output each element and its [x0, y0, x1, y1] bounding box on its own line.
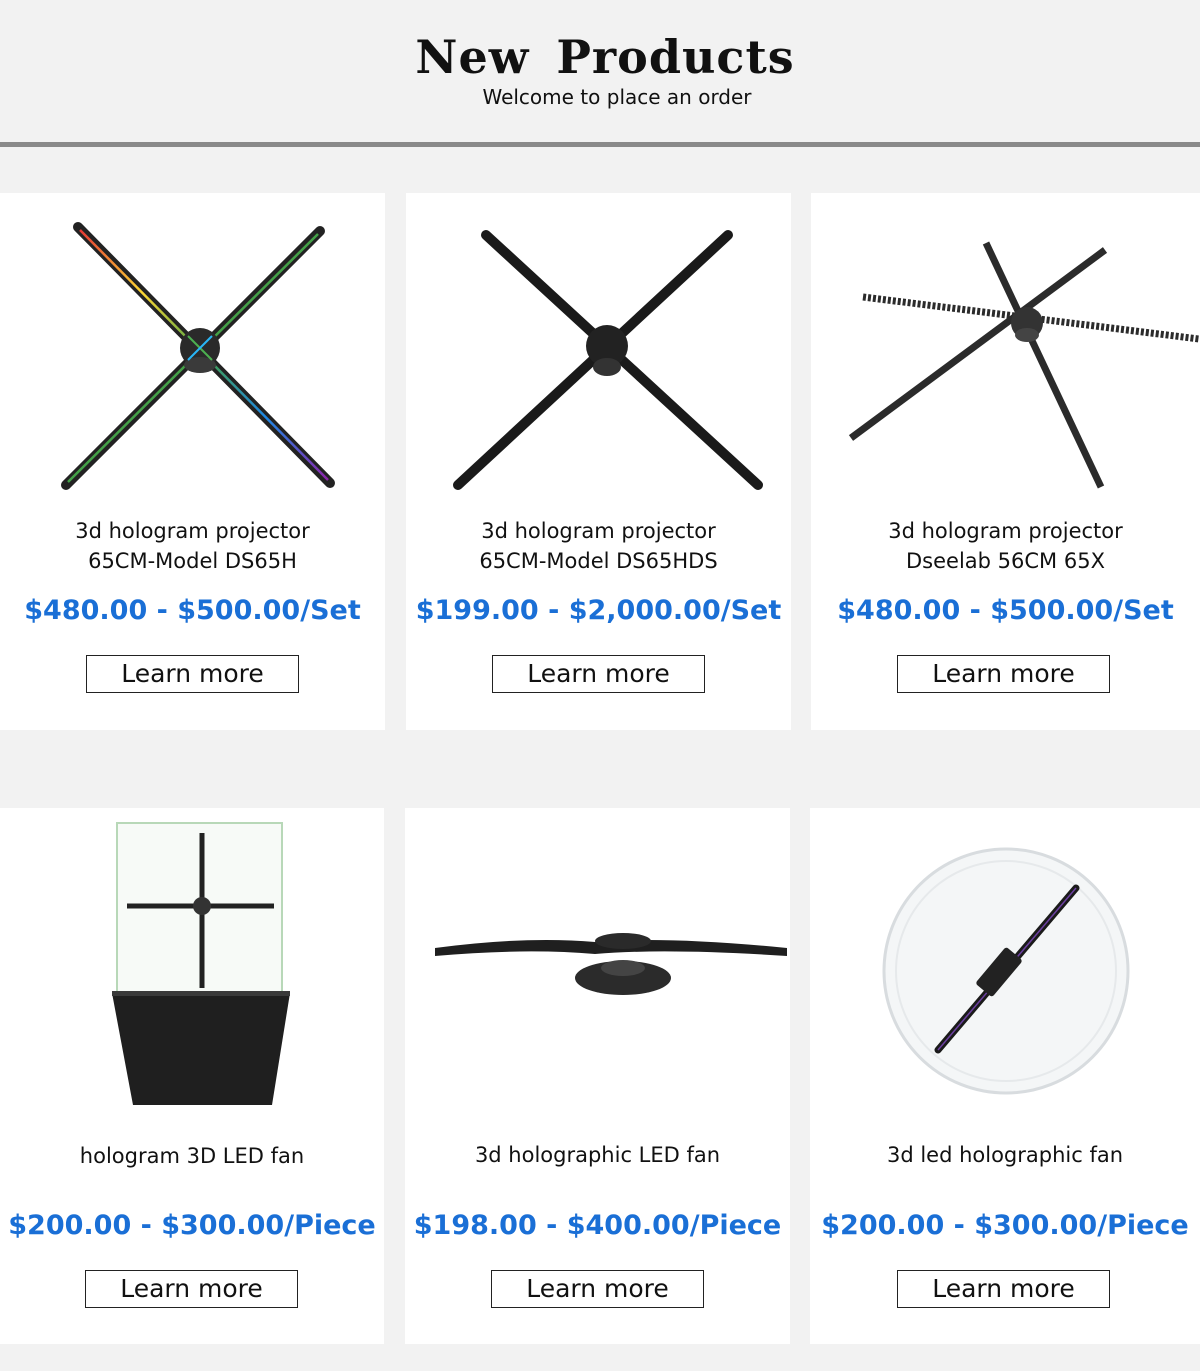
learn-more-button[interactable]: Learn more: [897, 655, 1110, 693]
product-card-3d-holographic-led-fan[interactable]: 3d holographic LED fan $198.00 - $400.00…: [405, 808, 790, 1344]
page-title: New Products: [415, 30, 795, 84]
product-name-line2: 65CM-Model DS65HDS: [479, 549, 718, 573]
learn-more-button[interactable]: Learn more: [85, 1270, 298, 1308]
product-name-line1: 3d hologram projector: [75, 519, 310, 543]
product-card-ds65h[interactable]: 3d hologram projector 65CM-Model DS65H $…: [0, 193, 385, 730]
hologram-fan-side-view-icon[interactable]: [405, 808, 790, 1128]
product-name-line1: 3d hologram projector: [481, 519, 716, 543]
learn-more-button[interactable]: Learn more: [491, 1270, 704, 1308]
product-card-3d-led-holographic-fan[interactable]: 3d led holographic fan $200.00 - $300.00…: [810, 808, 1200, 1344]
product-price: $198.00 - $400.00/Piece: [413, 1210, 782, 1241]
product-card-65x[interactable]: 3d hologram projector Dseelab 56CM 65X $…: [811, 193, 1200, 730]
hologram-fan-6-blade-icon[interactable]: [811, 193, 1200, 513]
hologram-display-cabinet-icon[interactable]: [0, 808, 384, 1128]
product-name-line2: 65CM-Model DS65H: [88, 549, 297, 573]
hologram-fan-4-blade-icon[interactable]: [406, 193, 791, 513]
learn-more-button[interactable]: Learn more: [492, 655, 705, 693]
product-price: $480.00 - $500.00/Set: [24, 595, 361, 626]
page-subtitle: Welcome to place an order: [482, 85, 752, 109]
header-divider: [0, 142, 1200, 147]
product-price: $200.00 - $300.00/Piece: [8, 1210, 376, 1241]
product-card-ds65hds[interactable]: 3d hologram projector 65CM-Model DS65HDS…: [406, 193, 791, 730]
hologram-fan-4-blade-rgb-icon[interactable]: [0, 193, 385, 513]
learn-more-button[interactable]: Learn more: [897, 1270, 1110, 1308]
product-price: $199.00 - $2,000.00/Set: [415, 595, 782, 626]
page-header: New Products Welcome to place an order: [0, 0, 1200, 142]
product-price: $200.00 - $300.00/Piece: [821, 1210, 1189, 1241]
hologram-fan-with-dome-icon[interactable]: [810, 808, 1200, 1128]
product-name: hologram 3D LED fan: [79, 1144, 305, 1168]
product-card-hologram-3d-led-fan[interactable]: hologram 3D LED fan $200.00 - $300.00/Pi…: [0, 808, 384, 1344]
product-name-line2: Dseelab 56CM 65X: [906, 549, 1105, 573]
learn-more-button[interactable]: Learn more: [86, 655, 299, 693]
product-price: $480.00 - $500.00/Set: [837, 595, 1174, 626]
product-name: 3d led holographic fan: [886, 1143, 1124, 1167]
product-name: 3d holographic LED fan: [474, 1143, 721, 1167]
product-name-line1: 3d hologram projector: [888, 519, 1123, 543]
